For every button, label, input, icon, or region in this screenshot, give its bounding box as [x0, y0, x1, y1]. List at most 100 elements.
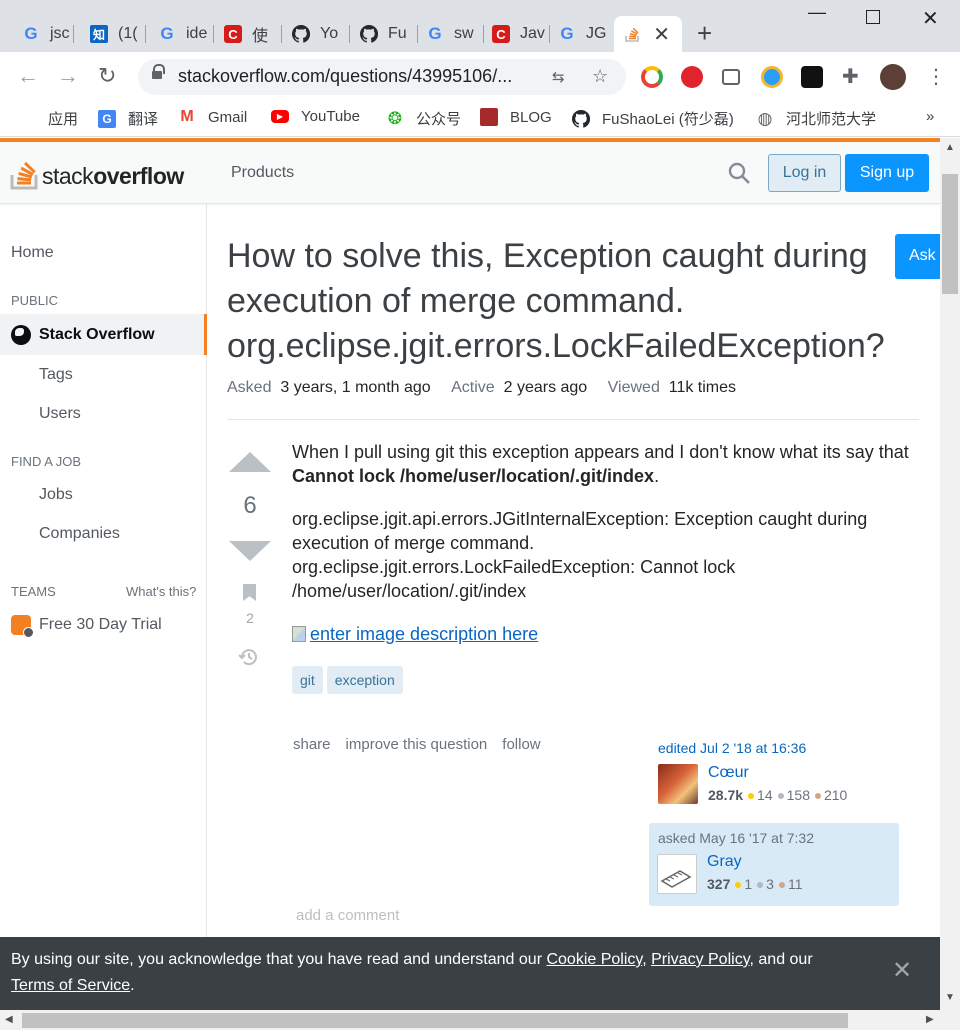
tampermonkey-extension-icon[interactable]	[801, 66, 823, 88]
active-time[interactable]: 2 years ago	[504, 379, 588, 396]
bookmark-gmail[interactable]: M Gmail	[178, 108, 247, 126]
bookmark-apps[interactable]: 应用	[20, 108, 78, 129]
bookmark-translate[interactable]: G 翻译	[98, 108, 158, 129]
divider	[227, 419, 919, 420]
browser-tab[interactable]: Yo	[282, 16, 350, 52]
bookmarks-overflow-button[interactable]: »	[926, 108, 934, 125]
stackoverflow-logo[interactable]: stack overflow	[10, 154, 184, 190]
browser-tab[interactable]: C Jav	[484, 16, 550, 52]
avatar[interactable]	[657, 854, 697, 894]
maximize-window-button[interactable]	[866, 10, 880, 24]
edited-time-link[interactable]: edited Jul 2 '18 at 16:36	[658, 740, 806, 756]
browser-tab[interactable]: C使	[214, 16, 282, 52]
close-window-button[interactable]: ✕	[922, 6, 939, 31]
address-bar[interactable]: stackoverflow.com/questions/43995106/...…	[138, 59, 626, 95]
browser-toolbar: ← → ↻ stackoverflow.com/questions/439951…	[0, 52, 960, 100]
bookmark-blog[interactable]: BLOG	[480, 108, 552, 126]
sidebar-item-stackoverflow[interactable]: Stack Overflow	[0, 314, 207, 355]
chrome-extension-icon[interactable]	[641, 66, 663, 88]
sidebar-item-users[interactable]: Users	[39, 405, 81, 423]
sidebar-item-companies[interactable]: Companies	[39, 525, 120, 543]
url-text[interactable]: stackoverflow.com/questions/43995106/...	[178, 66, 512, 87]
bookmarks-bar: 应用 G 翻译 M Gmail ▶ YouTube ❂ 公众号 BLOG FuShaoL…	[0, 100, 960, 137]
browser-menu-icon[interactable]: ⋮	[926, 64, 946, 89]
forward-button[interactable]: →	[57, 64, 79, 88]
adblock-extension-icon[interactable]	[681, 66, 703, 88]
follow-link[interactable]: follow	[502, 736, 540, 753]
bookmark-star-icon[interactable]: ☆	[592, 66, 608, 87]
editor-reputation: 28.7k 14 158 210	[708, 787, 848, 803]
share-link[interactable]: share	[293, 736, 331, 753]
extensions-puzzle-icon[interactable]: ✚	[842, 64, 859, 89]
bookmark-wechat[interactable]: ❂ 公众号	[386, 108, 461, 129]
add-comment-link[interactable]: add a comment	[296, 907, 399, 924]
question-main: How to solve this, Exception caught duri…	[207, 204, 955, 937]
browser-tab[interactable]: G JG	[550, 16, 614, 52]
sidebar-item-free-trial[interactable]: Free 30 Day Trial	[11, 615, 162, 638]
whats-this-link[interactable]: What's this?	[126, 584, 196, 599]
translate-icon[interactable]: ⇆	[552, 68, 565, 86]
terms-of-service-link[interactable]: Terms of Service	[11, 977, 130, 994]
browser-tab[interactable]: Fu	[350, 16, 418, 52]
sidebar-item-home[interactable]: Home	[11, 244, 54, 262]
tag-git[interactable]: git	[292, 666, 323, 694]
new-tab-button[interactable]: +	[697, 20, 712, 46]
stackoverflow-icon	[624, 25, 642, 43]
horizontal-scrollbar[interactable]: ◀ ▶	[0, 1010, 960, 1030]
downvote-button[interactable]	[229, 541, 271, 561]
scrollbar-thumb[interactable]	[942, 174, 958, 294]
scroll-right-arrow-icon[interactable]: ▶	[926, 1014, 934, 1025]
editor-name[interactable]: Cœur	[708, 764, 749, 782]
products-menu[interactable]: Products	[231, 164, 294, 182]
close-icon[interactable]: ✕	[892, 959, 912, 983]
csdn-icon: C	[224, 25, 242, 43]
scroll-up-arrow-icon[interactable]: ▲	[945, 142, 955, 153]
minimize-window-button[interactable]: —	[808, 2, 826, 23]
sidebar-item-jobs[interactable]: Jobs	[39, 486, 73, 504]
asker-name[interactable]: Gray	[707, 853, 742, 871]
vpn-extension-icon[interactable]	[761, 66, 783, 88]
cast-extension-icon[interactable]	[722, 69, 740, 85]
bookmark-icon[interactable]	[243, 584, 256, 601]
scrollbar-thumb[interactable]	[22, 1013, 848, 1028]
bookmark-hebei-normal[interactable]: ◍ 河北师范大学	[756, 108, 876, 129]
scroll-down-arrow-icon[interactable]: ▼	[945, 992, 955, 1003]
tag-list: git exception	[292, 666, 403, 694]
editor-card: edited Jul 2 '18 at 16:36 Cœur 28.7k 14 15…	[650, 734, 900, 810]
avatar[interactable]	[658, 764, 698, 804]
scroll-left-arrow-icon[interactable]: ◀	[5, 1014, 13, 1025]
bookmark-youtube[interactable]: ▶ YouTube	[271, 108, 360, 125]
asker-card: asked May 16 '17 at 7:32 Gray 327 1 3 11	[649, 823, 899, 906]
back-button[interactable]: ←	[17, 64, 39, 88]
tag-exception[interactable]: exception	[326, 666, 403, 694]
signup-button[interactable]: Sign up	[845, 154, 929, 192]
google-icon: G	[428, 24, 442, 43]
browser-tab[interactable]: Gjsc	[0, 16, 74, 52]
question-title[interactable]: How to solve this, Exception caught duri…	[227, 234, 895, 369]
blog-icon	[480, 108, 498, 126]
browser-tab[interactable]: Gide	[146, 16, 214, 52]
github-icon	[292, 25, 310, 43]
reload-button[interactable]: ↻	[98, 64, 116, 88]
close-tab-icon[interactable]: ✕	[653, 22, 670, 47]
login-button[interactable]: Log in	[768, 154, 841, 192]
cookie-policy-link[interactable]: Cookie Policy	[546, 951, 642, 968]
bookmark-github[interactable]: FuShaoLei (符少磊)	[572, 108, 734, 129]
question-image-link[interactable]: enter image description here	[292, 622, 538, 646]
browser-tab[interactable]: 知 (1(	[74, 16, 146, 52]
history-icon[interactable]	[238, 646, 260, 668]
privacy-policy-link[interactable]: Privacy Policy	[651, 951, 749, 968]
stackoverflow-logo-icon	[10, 161, 38, 190]
browser-tab[interactable]: Gsw	[418, 16, 484, 52]
browser-tab-active[interactable]: ✕	[614, 16, 682, 52]
google-icon: G	[560, 24, 574, 43]
briefcase-icon	[11, 615, 34, 638]
vertical-scrollbar[interactable]: ▲ ▼	[940, 138, 960, 1010]
browser-tab-strip: Gjsc 知 (1( Gide C使 Yo Fu Gsw C Jav G JG ✕ +…	[0, 0, 960, 52]
sidebar-section-public: PUBLIC	[11, 293, 58, 308]
upvote-button[interactable]	[229, 452, 271, 472]
profile-avatar[interactable]	[880, 64, 906, 90]
search-icon[interactable]	[728, 162, 750, 184]
improve-question-link[interactable]: improve this question	[346, 736, 488, 753]
sidebar-item-tags[interactable]: Tags	[39, 366, 73, 384]
